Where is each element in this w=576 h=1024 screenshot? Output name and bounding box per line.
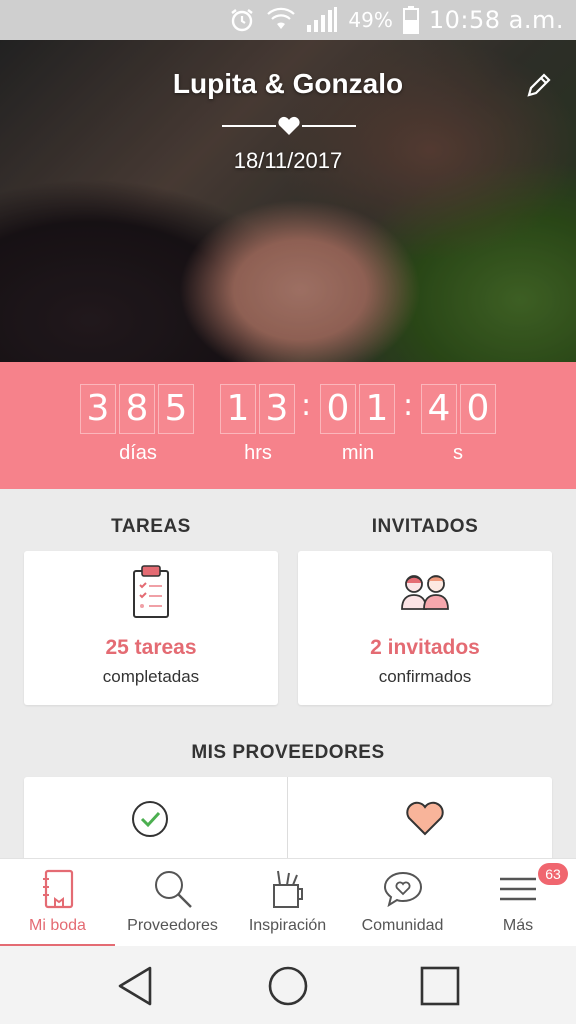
check-circle-icon[interactable]	[130, 799, 170, 839]
status-bar: 49% 10:58 a.m.	[0, 0, 576, 40]
minutes-digit: 1	[359, 384, 395, 434]
wedding-date: 18/11/2017	[233, 148, 343, 173]
seconds-digit: 4	[421, 384, 457, 434]
countdown-separator: :	[300, 388, 312, 423]
notebook-icon	[42, 869, 73, 909]
nav-label: Inspiración	[248, 917, 327, 934]
nav-proveedores[interactable]: Proveedores	[115, 859, 230, 947]
couple-names: Lupita & Gonzalo	[172, 68, 404, 99]
notification-badge: 63	[538, 863, 568, 885]
seconds-digit: 0	[460, 384, 496, 434]
wifi-icon	[266, 7, 296, 33]
menu-icon	[500, 877, 536, 901]
hours-label: hrs	[244, 442, 272, 464]
days-digit: 8	[119, 384, 155, 434]
minutes-digit: 0	[320, 384, 356, 434]
providers-divider	[287, 777, 288, 867]
hours-digit: 3	[259, 384, 295, 434]
seconds-label: s	[453, 442, 463, 464]
signal-icon	[306, 7, 338, 33]
guests-count: 2 invitados	[370, 636, 480, 659]
home-circle-icon[interactable]	[266, 964, 310, 1008]
pencil-cup-icon	[272, 870, 303, 908]
tasks-card[interactable]: 25 tareas completadas	[24, 551, 278, 705]
search-icon	[154, 871, 192, 908]
nav-comunidad[interactable]: Comunidad	[345, 859, 460, 947]
days-digit: 3	[80, 384, 116, 434]
providers-card[interactable]	[24, 777, 552, 867]
battery-percent: 49%	[348, 8, 393, 32]
alarm-icon	[228, 6, 256, 34]
tasks-caption: completadas	[102, 667, 200, 686]
nav-label: Más	[502, 917, 534, 934]
nav-label: Comunidad	[361, 917, 444, 934]
clipboard-checklist-icon	[133, 565, 169, 618]
countdown-separator: :	[402, 388, 414, 423]
nav-mas[interactable]: 63 Más	[460, 859, 576, 947]
nav-label: Mi boda	[29, 917, 86, 934]
clock-time: 10:58 a.m.	[428, 6, 564, 34]
guests-caption: confirmados	[378, 667, 472, 686]
edit-pencil-icon[interactable]	[524, 70, 554, 100]
system-navigation-bar	[0, 946, 576, 1024]
heart-divider-icon	[222, 116, 356, 135]
bottom-navigation: Mi boda Proveedores Inspiración Comunida…	[0, 858, 576, 947]
guests-title: INVITADOS	[371, 516, 479, 537]
wedding-countdown: 3 8 5 1 3 : 0 1 : 4 0 días hrs min s	[0, 362, 576, 489]
battery-icon	[402, 6, 419, 34]
minutes-label: min	[341, 442, 375, 464]
tasks-title: TAREAS	[111, 516, 191, 537]
chat-heart-icon	[383, 871, 422, 908]
days-label: días	[119, 442, 157, 464]
nav-mi-boda[interactable]: Mi boda	[0, 859, 115, 947]
recents-square-icon[interactable]	[418, 964, 462, 1008]
couple-photo-header: Lupita & Gonzalo 18/11/2017	[0, 40, 576, 362]
guests-card[interactable]: 2 invitados confirmados	[298, 551, 552, 705]
guests-couple-icon	[401, 575, 449, 610]
back-triangle-icon[interactable]	[114, 964, 158, 1008]
countdown-digits: 3 8 5 1 3 : 0 1 : 4 0	[0, 384, 576, 436]
tasks-count: 25 tareas	[105, 636, 197, 659]
heart-icon[interactable]	[404, 799, 446, 837]
providers-title: MIS PROVEEDORES	[191, 742, 385, 763]
nav-label: Proveedores	[127, 917, 218, 934]
days-digit: 5	[158, 384, 194, 434]
hours-digit: 1	[220, 384, 256, 434]
nav-inspiracion[interactable]: Inspiración	[230, 859, 345, 947]
